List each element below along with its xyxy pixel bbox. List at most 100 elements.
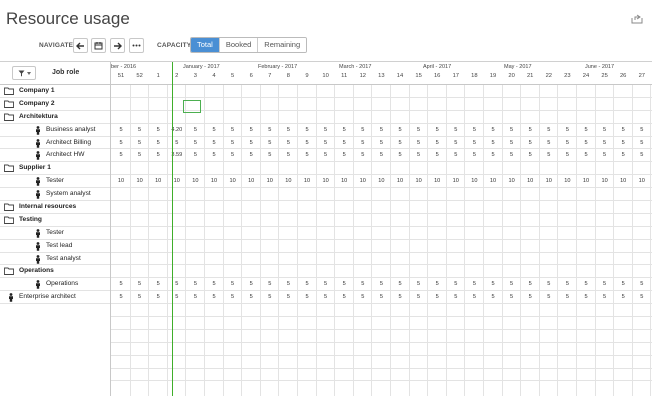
usage-cell[interactable]: 5 <box>410 294 428 300</box>
usage-cell[interactable]: 5 <box>521 152 539 158</box>
usage-cell[interactable]: 5 <box>633 152 651 158</box>
nav-calendar-button[interactable] <box>91 38 106 53</box>
usage-cell[interactable]: 5 <box>465 281 483 287</box>
usage-cell[interactable]: 5 <box>503 127 521 133</box>
nav-forward-button[interactable] <box>110 38 125 53</box>
usage-cell[interactable]: 5 <box>633 281 651 287</box>
usage-cell[interactable]: 5 <box>279 294 297 300</box>
usage-cell[interactable]: 5 <box>168 140 186 146</box>
usage-cell[interactable]: 5 <box>577 281 595 287</box>
usage-cell[interactable]: 5 <box>633 294 651 300</box>
usage-cell[interactable]: 5 <box>391 140 409 146</box>
usage-cell[interactable]: 5 <box>614 140 632 146</box>
usage-cell[interactable]: 10 <box>354 178 372 184</box>
usage-cell[interactable]: 5 <box>186 152 204 158</box>
usage-cell[interactable]: 10 <box>335 178 353 184</box>
usage-cell[interactable]: 5 <box>614 281 632 287</box>
usage-cell[interactable]: 5 <box>558 140 576 146</box>
usage-cell[interactable]: 5 <box>484 152 502 158</box>
usage-cell[interactable]: 5 <box>614 294 632 300</box>
usage-cell[interactable]: 5 <box>503 281 521 287</box>
usage-cell[interactable]: 5 <box>410 127 428 133</box>
usage-cell[interactable]: 5 <box>298 281 316 287</box>
usage-cell[interactable]: 5 <box>335 127 353 133</box>
usage-cell[interactable]: 5 <box>540 140 558 146</box>
usage-cell[interactable]: 5 <box>558 294 576 300</box>
usage-cell[interactable]: 5 <box>633 127 651 133</box>
usage-cell[interactable]: 5 <box>540 127 558 133</box>
usage-cell[interactable]: 5 <box>335 152 353 158</box>
usage-cell[interactable]: 5 <box>428 140 446 146</box>
usage-cell[interactable]: 5 <box>261 294 279 300</box>
filter-button[interactable] <box>12 66 36 80</box>
job-role-row[interactable]: Operations <box>0 278 110 292</box>
usage-cell[interactable]: 5 <box>465 140 483 146</box>
usage-cell[interactable]: 10 <box>503 178 521 184</box>
usage-cell[interactable]: 5 <box>447 152 465 158</box>
usage-cell[interactable]: 10 <box>428 178 446 184</box>
usage-cell[interactable]: 5 <box>372 281 390 287</box>
usage-cell[interactable]: 5 <box>596 127 614 133</box>
usage-cell[interactable]: 5 <box>335 140 353 146</box>
usage-cell[interactable]: 5 <box>149 127 167 133</box>
usage-cell[interactable]: 5 <box>224 127 242 133</box>
usage-cell[interactable]: 5 <box>521 140 539 146</box>
usage-cell[interactable]: 5 <box>298 294 316 300</box>
usage-cell[interactable]: 5 <box>503 294 521 300</box>
usage-cell[interactable]: 5 <box>521 294 539 300</box>
usage-cell[interactable]: 5 <box>354 294 372 300</box>
usage-cell[interactable]: 5 <box>391 294 409 300</box>
usage-cell[interactable]: 5 <box>149 152 167 158</box>
usage-cell[interactable]: 5 <box>428 152 446 158</box>
usage-cell[interactable]: 10 <box>484 178 502 184</box>
job-role-row[interactable]: System analyst <box>0 188 110 202</box>
usage-cell[interactable]: 5 <box>279 281 297 287</box>
job-role-row[interactable]: Architect Billing <box>0 137 110 150</box>
usage-cell[interactable]: 10 <box>447 178 465 184</box>
usage-cell[interactable]: 5 <box>447 127 465 133</box>
usage-cell[interactable]: 5 <box>465 152 483 158</box>
usage-cell[interactable]: 5 <box>540 294 558 300</box>
usage-cell[interactable]: 5 <box>354 140 372 146</box>
usage-cell[interactable]: 5 <box>112 281 130 287</box>
job-role-row[interactable]: Business analyst <box>0 124 110 137</box>
usage-cell[interactable]: 5 <box>149 294 167 300</box>
usage-cell[interactable]: 5 <box>317 140 335 146</box>
usage-cell[interactable]: 5 <box>558 152 576 158</box>
usage-cell[interactable]: 10 <box>186 178 204 184</box>
usage-cell[interactable]: 5 <box>577 140 595 146</box>
usage-cell[interactable]: 10 <box>298 178 316 184</box>
group-row[interactable]: Testing <box>0 214 110 227</box>
usage-cell[interactable]: 5 <box>391 127 409 133</box>
usage-cell[interactable]: 5 <box>540 281 558 287</box>
usage-cell[interactable]: 5 <box>503 140 521 146</box>
usage-cell[interactable]: 5 <box>149 140 167 146</box>
usage-cell[interactable]: 5 <box>279 140 297 146</box>
group-row[interactable]: Operations <box>0 265 110 279</box>
capacity-booked-button[interactable]: Booked <box>219 38 259 52</box>
usage-cell[interactable]: 10 <box>205 178 223 184</box>
usage-cell[interactable]: 10 <box>521 178 539 184</box>
capacity-total-button[interactable]: Total <box>191 38 220 52</box>
usage-cell[interactable]: 5 <box>354 127 372 133</box>
usage-cell[interactable]: 5 <box>279 152 297 158</box>
usage-cell[interactable]: 5 <box>354 152 372 158</box>
usage-cell[interactable]: 4.20 <box>168 127 186 133</box>
usage-cell[interactable]: 5 <box>335 294 353 300</box>
job-role-row[interactable]: Test lead <box>0 240 110 253</box>
usage-cell[interactable]: 5 <box>205 127 223 133</box>
usage-cell[interactable]: 5 <box>447 140 465 146</box>
usage-cell[interactable]: 5 <box>614 127 632 133</box>
usage-cell[interactable]: 5 <box>186 281 204 287</box>
group-row[interactable]: Internal resources <box>0 201 110 214</box>
usage-cell[interactable]: 5 <box>428 294 446 300</box>
usage-cell[interactable]: 5 <box>224 140 242 146</box>
selected-cell[interactable] <box>183 100 201 113</box>
capacity-remaining-button[interactable]: Remaining <box>258 38 307 52</box>
group-row[interactable]: Company 2 <box>0 98 110 111</box>
usage-cell[interactable]: 10 <box>577 178 595 184</box>
usage-cell[interactable]: 5 <box>540 152 558 158</box>
usage-cell[interactable]: 5 <box>242 127 260 133</box>
usage-cell[interactable]: 5 <box>168 281 186 287</box>
job-role-row[interactable]: Enterprise architect <box>0 291 110 305</box>
